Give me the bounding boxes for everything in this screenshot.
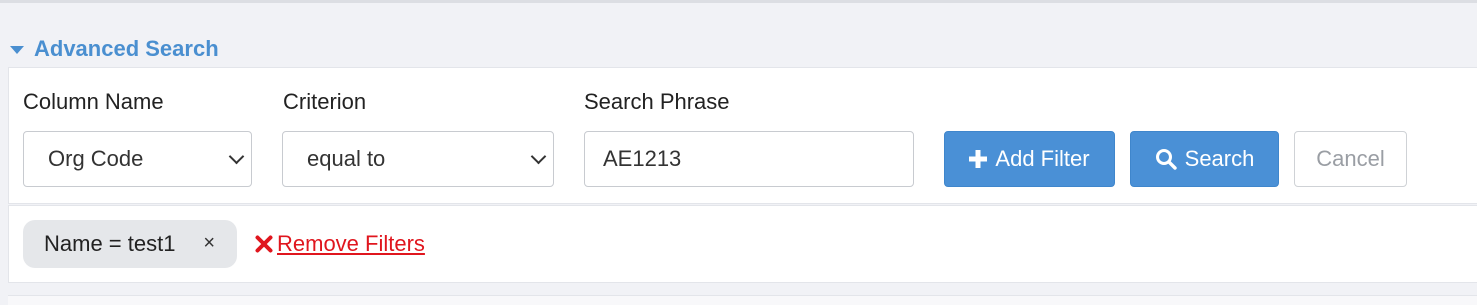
- criterion-label: Criterion: [283, 89, 367, 114]
- cancel-button[interactable]: Cancel: [1294, 131, 1407, 187]
- cancel-label: Cancel: [1316, 146, 1385, 171]
- section-title: Advanced Search: [34, 36, 219, 61]
- chevron-down-icon: [530, 148, 547, 165]
- add-filter-button[interactable]: Add Filter: [944, 131, 1115, 187]
- column-name-value: Org Code: [48, 146, 144, 171]
- magnifier-icon: [1155, 148, 1177, 170]
- search-button[interactable]: Search: [1130, 131, 1279, 187]
- add-filter-label: Add Filter: [995, 146, 1090, 171]
- caret-down-icon: [10, 46, 24, 54]
- advanced-search-toggle[interactable]: Advanced Search: [10, 34, 219, 64]
- chevron-down-icon: [228, 148, 245, 165]
- remove-filters-link[interactable]: Remove Filters: [255, 231, 425, 257]
- filter-chip-label: Name = test1: [44, 231, 176, 256]
- search-phrase-label: Search Phrase: [584, 89, 730, 114]
- search-label: Search: [1184, 146, 1255, 171]
- search-phrase-input[interactable]: [584, 131, 914, 187]
- chip-remove-icon[interactable]: ×: [203, 232, 215, 255]
- column-name-select[interactable]: Org Code: [23, 131, 252, 187]
- plus-icon: [969, 150, 988, 168]
- close-icon: [255, 235, 273, 253]
- filter-chip: Name = test1 ×: [23, 220, 237, 268]
- column-name-label: Column Name: [23, 89, 164, 114]
- top-divider: [0, 0, 1477, 3]
- criterion-value: equal to: [307, 146, 386, 171]
- criterion-select[interactable]: equal to: [282, 131, 554, 187]
- remove-filters-label: Remove Filters: [277, 231, 425, 256]
